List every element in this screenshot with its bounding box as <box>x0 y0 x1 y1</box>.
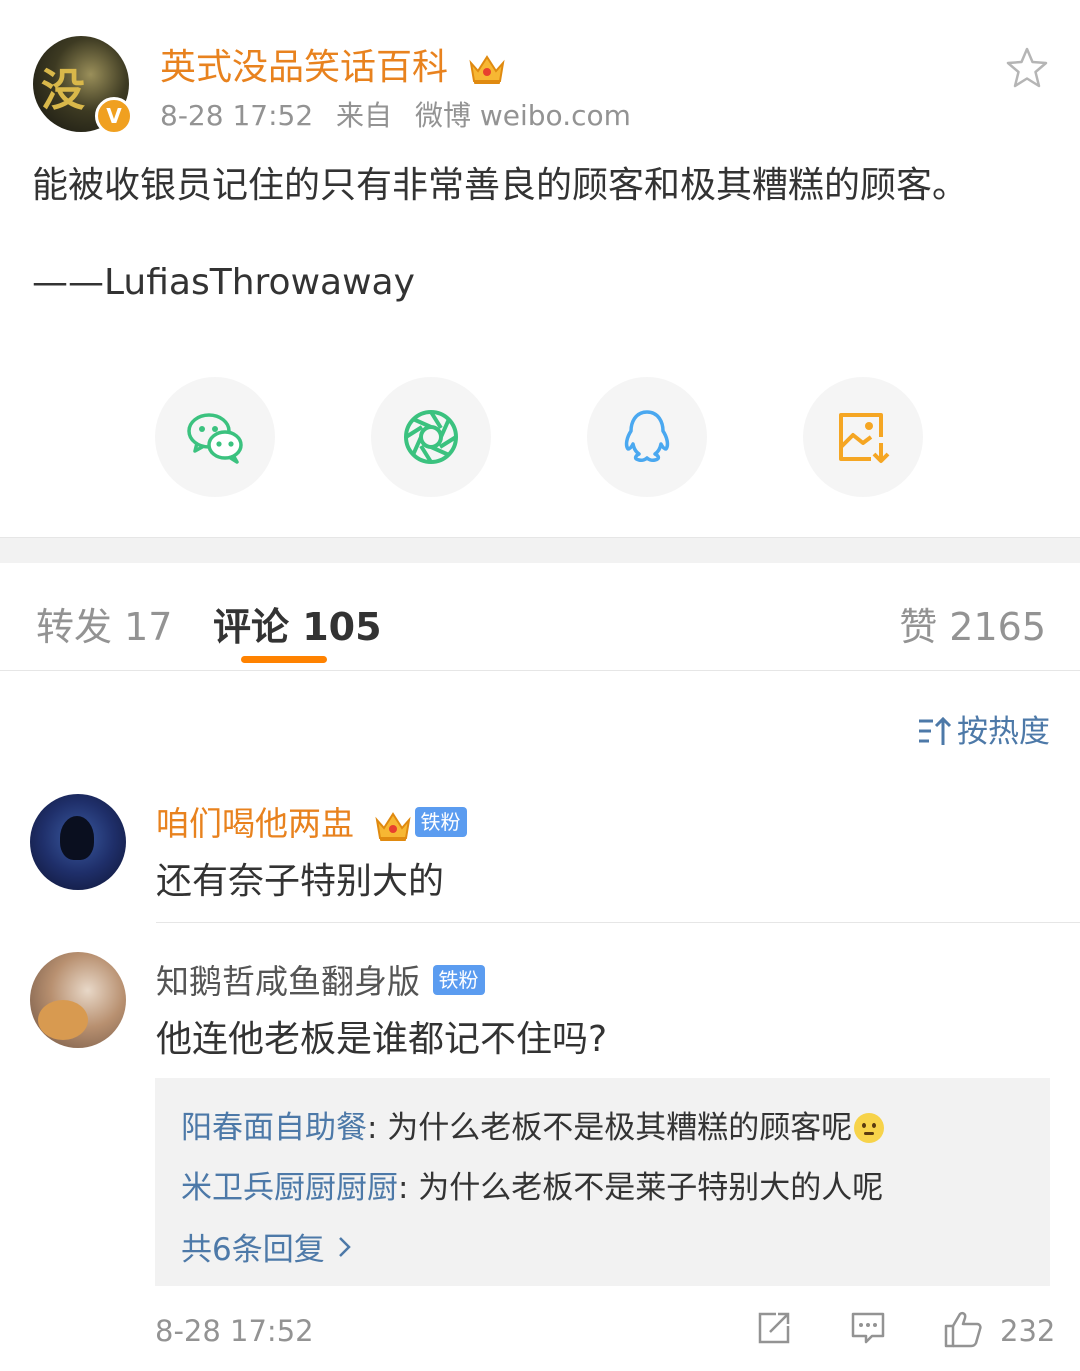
comment-avatar[interactable] <box>30 794 126 890</box>
post-attribution: ——LufiasThrowaway <box>32 262 415 303</box>
reply-text: : 为什么老板不是极其糟糕的顾客呢 <box>367 1110 853 1146</box>
sort-button[interactable]: 按热度 <box>917 706 1050 751</box>
replies-box[interactable]: 阳春面自助餐: 为什么老板不是极其糟糕的顾客呢 米卫兵厨厨厨厨: 为什么老板不是… <box>155 1078 1050 1286</box>
comment-author-row[interactable]: 咱们喝他两盅 铁粉 <box>156 797 467 845</box>
crown-icon <box>374 811 411 841</box>
tab-likes[interactable]: 赞 2165 <box>899 596 1046 651</box>
author-name[interactable]: 英式没品笑话百科 <box>160 47 448 88</box>
comment-avatar[interactable] <box>30 952 126 1048</box>
repost-icon[interactable] <box>756 1310 792 1346</box>
tabs-divider <box>0 670 1080 671</box>
moments-icon <box>404 410 458 464</box>
reply-item[interactable]: 米卫兵厨厨厨厨: 为什么老板不是莱子特别大的人呢 <box>181 1162 883 1207</box>
post-source[interactable]: 微博 weibo.com <box>415 99 631 132</box>
reply-author[interactable]: 米卫兵厨厨厨厨 <box>181 1170 398 1206</box>
share-wechat-button[interactable] <box>155 377 275 497</box>
like-count: 232 <box>1000 1314 1056 1348</box>
verified-icon: V <box>95 97 133 135</box>
comment-author-row[interactable]: 知鹅哲咸鱼翻身版 铁粉 <box>156 955 485 1003</box>
tab-reposts[interactable]: 转发 17 <box>36 596 172 651</box>
fan-badge: 铁粉 <box>432 964 485 995</box>
crown-icon <box>469 55 506 84</box>
sort-label: 按热度 <box>957 714 1050 750</box>
more-replies-link[interactable]: 共6条回复 <box>181 1224 353 1269</box>
wechat-icon <box>187 413 243 464</box>
like-icon[interactable] <box>943 1310 983 1348</box>
section-separator <box>0 537 1080 563</box>
reply-item[interactable]: 阳春面自助餐: 为什么老板不是极其糟糕的顾客呢 <box>181 1102 885 1147</box>
qq-icon <box>624 410 670 462</box>
save-image-icon <box>839 413 890 463</box>
share-qq-button[interactable] <box>587 377 707 497</box>
reply-icon[interactable] <box>850 1310 886 1346</box>
comment-time: 8-28 17:52 <box>155 1314 314 1348</box>
comment-text: 他连他老板是谁都记不住吗? <box>156 1019 608 1060</box>
save-image-button[interactable] <box>803 377 923 497</box>
smile-emoji-icon <box>854 1113 885 1143</box>
share-moments-button[interactable] <box>371 377 491 497</box>
tab-comments[interactable]: 评论 105 <box>213 596 382 651</box>
post-text: 能被收银员记住的只有非常善良的顾客和极其糟糕的顾客。 <box>32 165 969 206</box>
comment-divider <box>156 922 1080 923</box>
more-replies-label: 共6条回复 <box>181 1232 325 1268</box>
post-source-prefix: 来自 <box>336 99 393 132</box>
reply-text: : 为什么老板不是莱子特别大的人呢 <box>398 1170 884 1206</box>
comment-author[interactable]: 咱们喝他两盅 <box>156 804 354 843</box>
post-time: 8-28 17:52 <box>160 99 314 132</box>
reply-author[interactable]: 阳春面自助餐 <box>181 1110 367 1146</box>
chevron-right-icon <box>338 1237 351 1257</box>
avatar-text: 没 <box>41 65 85 116</box>
active-tab-indicator <box>241 656 327 663</box>
post-meta: 8-28 17:52 来自 微博 weibo.com <box>160 94 631 134</box>
sort-icon <box>919 716 952 745</box>
author-name-row[interactable]: 英式没品笑话百科 <box>160 38 507 90</box>
comment-text: 还有奈子特别大的 <box>156 861 445 902</box>
favorite-star-icon[interactable] <box>1004 45 1050 91</box>
fan-badge: 铁粉 <box>414 806 467 837</box>
comment-author[interactable]: 知鹅哲咸鱼翻身版 <box>156 962 420 1001</box>
